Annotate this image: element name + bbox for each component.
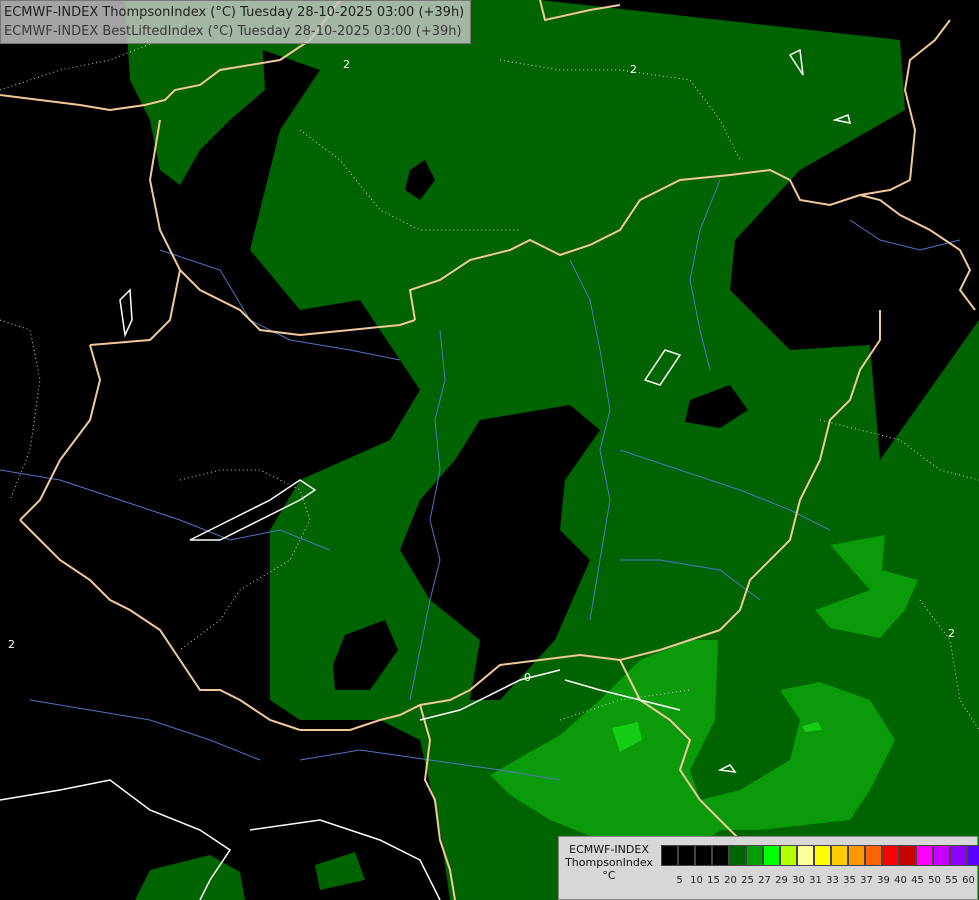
legend-swatch: [899, 845, 916, 866]
legend-tick-label: 50: [928, 875, 941, 886]
legend-tick-label: 35: [843, 875, 856, 886]
legend-title: ECMWF-INDEX ThompsonIndex °C: [563, 843, 655, 882]
legend-tick-label: 55: [945, 875, 958, 886]
legend-swatch: [661, 845, 678, 866]
legend-tick-label: 15: [707, 875, 720, 886]
legend-title-unit: °C: [602, 869, 616, 882]
legend-swatch: [746, 845, 763, 866]
legend-swatch: [882, 845, 899, 866]
legend-tick-label: 25: [741, 875, 754, 886]
legend-title-line2: ThompsonIndex: [565, 856, 653, 869]
legend-tick-label: 31: [809, 875, 822, 886]
legend-tick-label: 30: [792, 875, 805, 886]
legend-swatch: [814, 845, 831, 866]
legend-swatch: [780, 845, 797, 866]
contour-label: 0: [524, 671, 531, 684]
legend-swatch: [729, 845, 746, 866]
legend-swatch: [695, 845, 712, 866]
contour-label: 2: [343, 58, 350, 71]
legend-swatch: [916, 845, 933, 866]
legend-swatch: [831, 845, 848, 866]
legend-tick-label: 20: [724, 875, 737, 886]
legend-swatch: [712, 845, 729, 866]
legend-tick-label: 39: [877, 875, 890, 886]
legend-swatch: [848, 845, 865, 866]
legend-swatch: [797, 845, 814, 866]
legend-swatch: [763, 845, 780, 866]
weather-map[interactable]: 2 2 2 2 0: [0, 0, 979, 900]
map-title-bestlifted: ECMWF-INDEX BestLiftedIndex (°C) Tuesday…: [4, 24, 462, 39]
contour-label: 2: [630, 63, 637, 76]
legend-tick-label: 5: [676, 875, 683, 886]
legend-tick-label: 27: [758, 875, 771, 886]
legend-tick-label: 29: [775, 875, 788, 886]
legend-tick-label: 40: [894, 875, 907, 886]
legend-tick-label: 33: [826, 875, 839, 886]
legend-swatches: [661, 845, 979, 866]
contour-label: 2: [948, 627, 955, 640]
legend-title-line1: ECMWF-INDEX: [569, 843, 649, 856]
map-title-box: ECMWF-INDEX ThompsonIndex (°C) Tuesday 2…: [0, 0, 472, 44]
color-legend: ECMWF-INDEX ThompsonIndex °C 5 10 15 20 25 27…: [558, 836, 979, 900]
legend-swatch: [933, 845, 950, 866]
legend-tick-label: 45: [911, 875, 924, 886]
legend-tick-label: 37: [860, 875, 873, 886]
legend-swatch: [865, 845, 882, 866]
legend-ticks: 5 10 15 20 25 27 29 30 31 33 35 37 39 40 45 50 55 60: [671, 875, 977, 886]
legend-swatch: [967, 845, 979, 866]
contour-label: 2: [8, 638, 15, 651]
legend-tick-label: 60: [962, 875, 975, 886]
legend-swatch: [678, 845, 695, 866]
legend-tick-label: 10: [690, 875, 703, 886]
map-title-thompson: ECMWF-INDEX ThompsonIndex (°C) Tuesday 2…: [4, 5, 465, 20]
legend-swatch: [950, 845, 967, 866]
